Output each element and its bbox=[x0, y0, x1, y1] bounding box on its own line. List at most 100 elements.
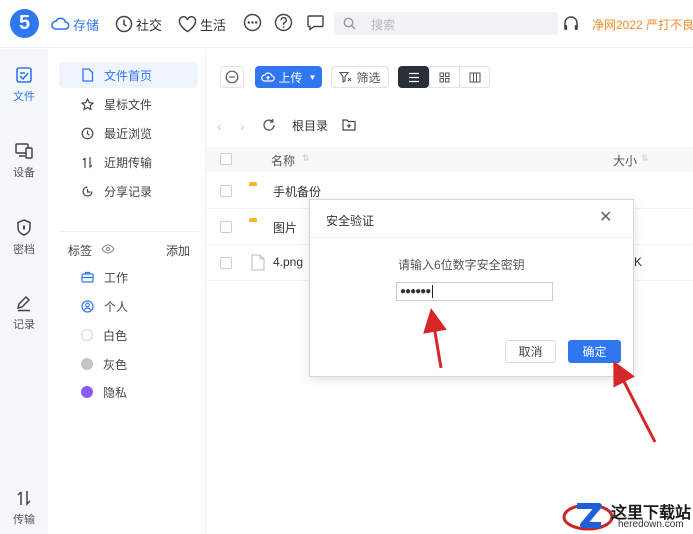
watermark-url: heredown.com bbox=[618, 519, 684, 530]
rail-vault[interactable]: 密档 bbox=[0, 218, 48, 257]
search-placeholder: 搜索 bbox=[371, 18, 396, 32]
sidebar-item-label: 文件首页 bbox=[104, 68, 153, 83]
arrow-to-confirm bbox=[613, 360, 657, 443]
promo-text[interactable]: 净网2022 严打不良 bbox=[592, 16, 693, 33]
rail-notes[interactable]: 记录 bbox=[0, 294, 48, 332]
tag-label: 隐私 bbox=[103, 385, 128, 400]
dialog-prompt: 请输入6位数字安全密钥 bbox=[398, 258, 525, 272]
white-dot-icon bbox=[81, 329, 93, 341]
app-logo[interactable]: 5 bbox=[10, 9, 39, 38]
filter-button[interactable]: 筛选 bbox=[331, 66, 389, 88]
file-icon bbox=[82, 68, 94, 82]
rail-vault-label: 密档 bbox=[13, 244, 35, 256]
sidebar-item-label: 最近浏览 bbox=[104, 126, 153, 141]
briefcase-icon bbox=[81, 271, 94, 283]
file-name[interactable]: 4.png bbox=[273, 255, 303, 269]
tag-label: 灰色 bbox=[103, 357, 128, 372]
file-name[interactable]: 图片 bbox=[273, 219, 297, 236]
file-size: K bbox=[634, 255, 643, 269]
rail-transfer[interactable]: 传输 bbox=[0, 489, 48, 527]
purple-dot-icon bbox=[81, 386, 93, 398]
column-size-header[interactable]: 大小 bbox=[613, 152, 637, 169]
new-folder-icon[interactable] bbox=[342, 118, 356, 131]
left-rail bbox=[0, 49, 48, 534]
rail-devices-label: 设备 bbox=[13, 167, 35, 179]
collapse-button[interactable] bbox=[220, 66, 244, 88]
upload-button[interactable]: 上传 ▼ bbox=[255, 66, 322, 88]
message-icon[interactable] bbox=[306, 13, 325, 32]
select-all-checkbox[interactable] bbox=[220, 153, 232, 165]
minus-circle-icon bbox=[225, 70, 239, 84]
dialog-title: 安全验证 bbox=[326, 214, 375, 228]
rail-files[interactable]: 文件 bbox=[0, 66, 48, 104]
row-checkbox[interactable] bbox=[220, 221, 232, 233]
tag-gray[interactable]: 灰色 bbox=[81, 354, 127, 374]
tag-label: 个人 bbox=[104, 299, 129, 314]
security-dialog: 安全验证 ✕ 请输入6位数字安全密钥 ●●●●●● 取消 确定 bbox=[309, 199, 634, 377]
tag-personal[interactable]: 个人 bbox=[81, 296, 128, 316]
sort-icon[interactable]: ⇅ bbox=[302, 153, 310, 164]
star-icon bbox=[81, 97, 94, 111]
row-checkbox[interactable] bbox=[220, 185, 232, 197]
rail-files-label: 文件 bbox=[13, 91, 35, 103]
view-grid-button[interactable] bbox=[429, 66, 460, 88]
file-icon bbox=[16, 67, 32, 83]
nav-storage[interactable]: 存储 bbox=[50, 14, 99, 34]
rail-devices[interactable]: 设备 bbox=[0, 142, 48, 180]
sidebar-item-label: 近期传输 bbox=[104, 155, 153, 170]
sidebar-item-recent[interactable]: 最近浏览 bbox=[59, 120, 198, 146]
sidebar-item-home[interactable]: 文件首页 bbox=[59, 62, 198, 88]
tag-work[interactable]: 工作 bbox=[81, 267, 128, 287]
caret-down-icon: ▼ bbox=[308, 72, 317, 82]
gray-dot-icon bbox=[81, 358, 93, 370]
sidebar-item-starred[interactable]: 星标文件 bbox=[59, 91, 198, 117]
more-icon[interactable] bbox=[243, 13, 262, 32]
breadcrumb-root[interactable]: 根目录 bbox=[292, 117, 328, 134]
rail-transfer-label: 传输 bbox=[13, 514, 35, 526]
pen-icon bbox=[16, 295, 31, 312]
file-name[interactable]: 手机备份 bbox=[273, 183, 321, 200]
text-caret bbox=[432, 284, 434, 298]
back-icon[interactable]: ‹ bbox=[217, 118, 222, 134]
watermark-logo-icon bbox=[562, 503, 614, 531]
devices-icon bbox=[15, 143, 33, 159]
grid-view-icon bbox=[439, 72, 450, 82]
help-icon[interactable] bbox=[274, 13, 293, 32]
cloud-icon bbox=[51, 17, 70, 30]
refresh-icon[interactable] bbox=[262, 118, 276, 132]
share-record-icon bbox=[82, 185, 93, 197]
list-view-icon bbox=[408, 72, 419, 82]
view-column-button[interactable] bbox=[459, 66, 490, 88]
sidebar-divider bbox=[59, 231, 198, 232]
forward-icon[interactable]: › bbox=[240, 118, 245, 134]
nav-life[interactable]: 生活 bbox=[178, 14, 226, 34]
filter-label: 筛选 bbox=[356, 70, 381, 85]
tag-white[interactable]: 白色 bbox=[81, 325, 127, 345]
heart-icon bbox=[178, 15, 197, 32]
history-icon bbox=[81, 127, 94, 139]
sidebar-item-transfers[interactable]: 近期传输 bbox=[59, 149, 198, 175]
view-list-button[interactable] bbox=[398, 66, 429, 88]
transfer-icon bbox=[17, 491, 31, 506]
shield-icon bbox=[17, 219, 31, 236]
search-box[interactable]: 搜索 bbox=[334, 12, 558, 35]
row-checkbox[interactable] bbox=[220, 257, 232, 269]
sidebar-item-shares[interactable]: 分享记录 bbox=[59, 178, 198, 204]
close-icon[interactable]: ✕ bbox=[599, 210, 612, 226]
dialog-divider bbox=[310, 237, 633, 238]
nav-social[interactable]: 社交 bbox=[115, 14, 162, 34]
headset-icon[interactable] bbox=[563, 15, 579, 32]
top-bar: 5 存储 社交 生活 搜索 净网2022 严打不良 bbox=[0, 0, 693, 48]
nav-social-label: 社交 bbox=[136, 17, 163, 33]
confirm-button[interactable]: 确定 bbox=[568, 340, 621, 363]
tag-private[interactable]: 隐私 bbox=[81, 382, 127, 402]
security-key-input[interactable]: ●●●●●● bbox=[396, 282, 553, 301]
sort-icon[interactable]: ⇅ bbox=[641, 153, 649, 164]
column-name-header[interactable]: 名称 bbox=[271, 152, 295, 169]
eye-icon[interactable] bbox=[101, 244, 115, 254]
security-key-value: ●●●●●● bbox=[400, 286, 431, 297]
transfer-icon bbox=[82, 156, 93, 168]
image-file-icon bbox=[251, 254, 265, 271]
cancel-button[interactable]: 取消 bbox=[505, 340, 556, 363]
tags-add-button[interactable]: 添加 bbox=[166, 242, 190, 259]
